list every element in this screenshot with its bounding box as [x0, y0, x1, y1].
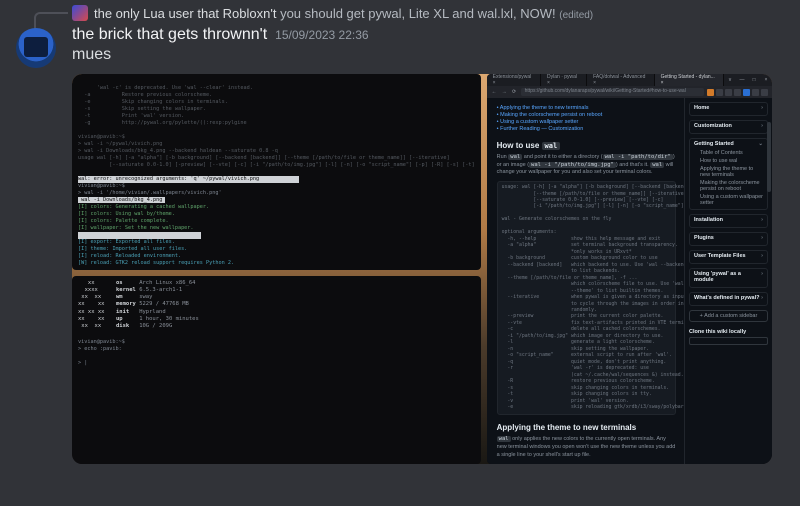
menu-icon[interactable] [761, 89, 768, 96]
reply-author: the only Lua user that Robloxn't [94, 6, 276, 21]
chevron-right-icon: › [761, 123, 763, 129]
edited-tag: (edited) [559, 10, 593, 21]
back-icon[interactable]: ← [491, 89, 498, 96]
chevron-right-icon: › [761, 295, 763, 301]
scrollbar[interactable] [767, 122, 771, 192]
window-controls: v — □ × [724, 74, 772, 86]
sidebar-link[interactable]: Getting Started [694, 141, 734, 147]
reply-avatar [72, 5, 88, 21]
wiki-main: Applying the theme to new terminals Maki… [487, 98, 684, 464]
toc-link[interactable]: Applying the theme to new terminals [497, 104, 676, 111]
sidebar-sublink[interactable]: How to use wal [694, 157, 763, 165]
terminal-window-top: 'wal -c' is deprecated. Use 'wal --clear… [72, 74, 481, 270]
chevron-right-icon: › [761, 235, 763, 241]
chevron-right-icon: › [761, 253, 763, 259]
extension-icon[interactable] [707, 89, 714, 96]
toc-link[interactable]: Further Reading — Customization [497, 125, 676, 132]
term-error-highlight: wal: error: unrecognized arguments: 'q' … [78, 176, 299, 183]
browser-tab[interactable]: Extensions/pywal × [487, 74, 541, 86]
extension-icon[interactable] [716, 89, 723, 96]
sidebar-sublink[interactable]: Making the colorscheme persist on reboot [694, 179, 763, 193]
minimize-icon[interactable]: — [736, 74, 748, 86]
toc-link[interactable]: Using a custom wallpaper setter [497, 118, 676, 125]
message-row: the brick that gets thrownn't 15/09/2023… [0, 22, 800, 68]
browser-window: Extensions/pywal × Dylan · pywal × FAQ/d… [487, 74, 772, 464]
chevron-right-icon: › [761, 271, 763, 283]
extension-icon[interactable] [752, 89, 759, 96]
url-bar[interactable]: https://github.com/dylanaraps/pywal/wiki… [521, 88, 704, 96]
extension-icon[interactable] [725, 89, 732, 96]
terminal-window-bottom: xx xxxx xx xx xx xx xx xx xx xx xx xx xx… [72, 276, 481, 464]
sidebar-link[interactable]: Using 'pywal' as a module [694, 271, 761, 283]
chevron-down-icon: ⌄ [758, 141, 763, 147]
add-sidebar-button[interactable]: + Add a custom sidebar [689, 310, 768, 322]
extension-icons [707, 89, 768, 96]
browser-tabstrip: Extensions/pywal × Dylan · pywal × FAQ/d… [487, 74, 772, 86]
browser-toolbar: ← → ⟳ https://github.com/dylanaraps/pywa… [487, 86, 772, 98]
chevron-right-icon: › [761, 105, 763, 111]
browser-tab-active[interactable]: Getting Started - dylan... × [655, 74, 724, 86]
toc-link[interactable]: Making the colorscheme persist on reboot [497, 111, 676, 118]
reply-snippet: you should get pywal, Lite XL and wal.lx… [280, 6, 556, 21]
term-output-4: [I] export: Exported all files. [I] them… [78, 239, 403, 270]
extension-icon[interactable] [743, 89, 750, 96]
wiki-heading-how-to-use: How to use wal [497, 138, 676, 154]
sidebar-link[interactable]: User Template Files [694, 253, 746, 259]
dropdown-icon[interactable]: v [724, 74, 736, 86]
sidebar-sublink[interactable]: Using a custom wallpaper setter [694, 193, 763, 207]
forward-icon[interactable]: → [501, 89, 508, 96]
sidebar-link[interactable]: Customization [694, 123, 732, 129]
reload-icon[interactable]: ⟳ [511, 89, 518, 96]
maximize-icon[interactable]: □ [748, 74, 760, 86]
message-content: mues [72, 44, 784, 66]
neofetch-logo: xx xxxx xx xx xx xx xx xx xx xx xx xx xx [78, 280, 108, 330]
clone-heading: Clone this wiki locally [689, 328, 768, 337]
sidebar-link[interactable]: Plugins [694, 235, 714, 241]
sidebar-link[interactable]: Home [694, 105, 709, 111]
browser-tab[interactable]: FAQ/dotwal - Advanced × [587, 74, 655, 86]
term-output: 'wal -c' is deprecated. Use 'wal --clear… [78, 85, 475, 168]
chevron-right-icon: › [761, 217, 763, 223]
author-name[interactable]: the brick that gets thrownn't [72, 26, 267, 44]
reply-preview-text: the only Lua user that Robloxn't you sho… [94, 6, 800, 21]
browser-tab[interactable]: Dylan · pywal × [541, 74, 587, 86]
wiki-sidebar: Home › Customization › Getting Started ⌄ Ta… [684, 98, 772, 464]
sidebar-sublink[interactable]: Table of Contents [694, 149, 763, 157]
clone-url-field[interactable] [689, 337, 768, 345]
image-attachment[interactable]: 'wal -c' is deprecated. Use 'wal --clear… [72, 74, 772, 464]
reply-context[interactable]: the only Lua user that Robloxn't you sho… [0, 0, 800, 22]
wiki-code-block: usage: wal [-h] [-a "alpha"] [-b backgro… [497, 181, 676, 415]
prompt-1: vivian@pavib:~$ [78, 339, 125, 345]
message-timestamp: 15/09/2023 22:36 [275, 28, 368, 42]
term-output-3: [I] colors: Generating a cached wallpape… [78, 204, 209, 231]
prompt-3: > | [78, 360, 87, 366]
sidebar-link[interactable]: What's defined in pywal? [694, 295, 759, 301]
wiki-heading-applying: Applying the theme to new terminals [497, 420, 676, 436]
term-selection: wal -i Downloads/bkg_4.png [78, 197, 165, 203]
wiki-paragraph: wal only applies the new colors to the c… [497, 436, 676, 463]
term-output-2: vivian@pavib:~$ > wal -i '/home/vivian/.… [78, 183, 222, 196]
extension-icon[interactable] [734, 89, 741, 96]
wiki-page: Applying the theme to new terminals Maki… [487, 98, 772, 464]
wiki-toc-list: Applying the theme to new terminals Maki… [497, 104, 676, 138]
author-avatar[interactable] [16, 28, 56, 68]
close-icon[interactable]: × [760, 74, 772, 86]
prompt-2: > echo :pavib: [78, 346, 122, 352]
sidebar-sublink[interactable]: Applying the theme to new terminals [694, 165, 763, 179]
neofetch-info: os Arch Linux x86_64 kernel 6.5.3-arch1-… [116, 280, 199, 330]
term-divider [78, 232, 201, 239]
wiki-paragraph: Run wal and point it to either a directo… [497, 154, 676, 181]
sidebar-link[interactable]: Installation [694, 217, 723, 223]
